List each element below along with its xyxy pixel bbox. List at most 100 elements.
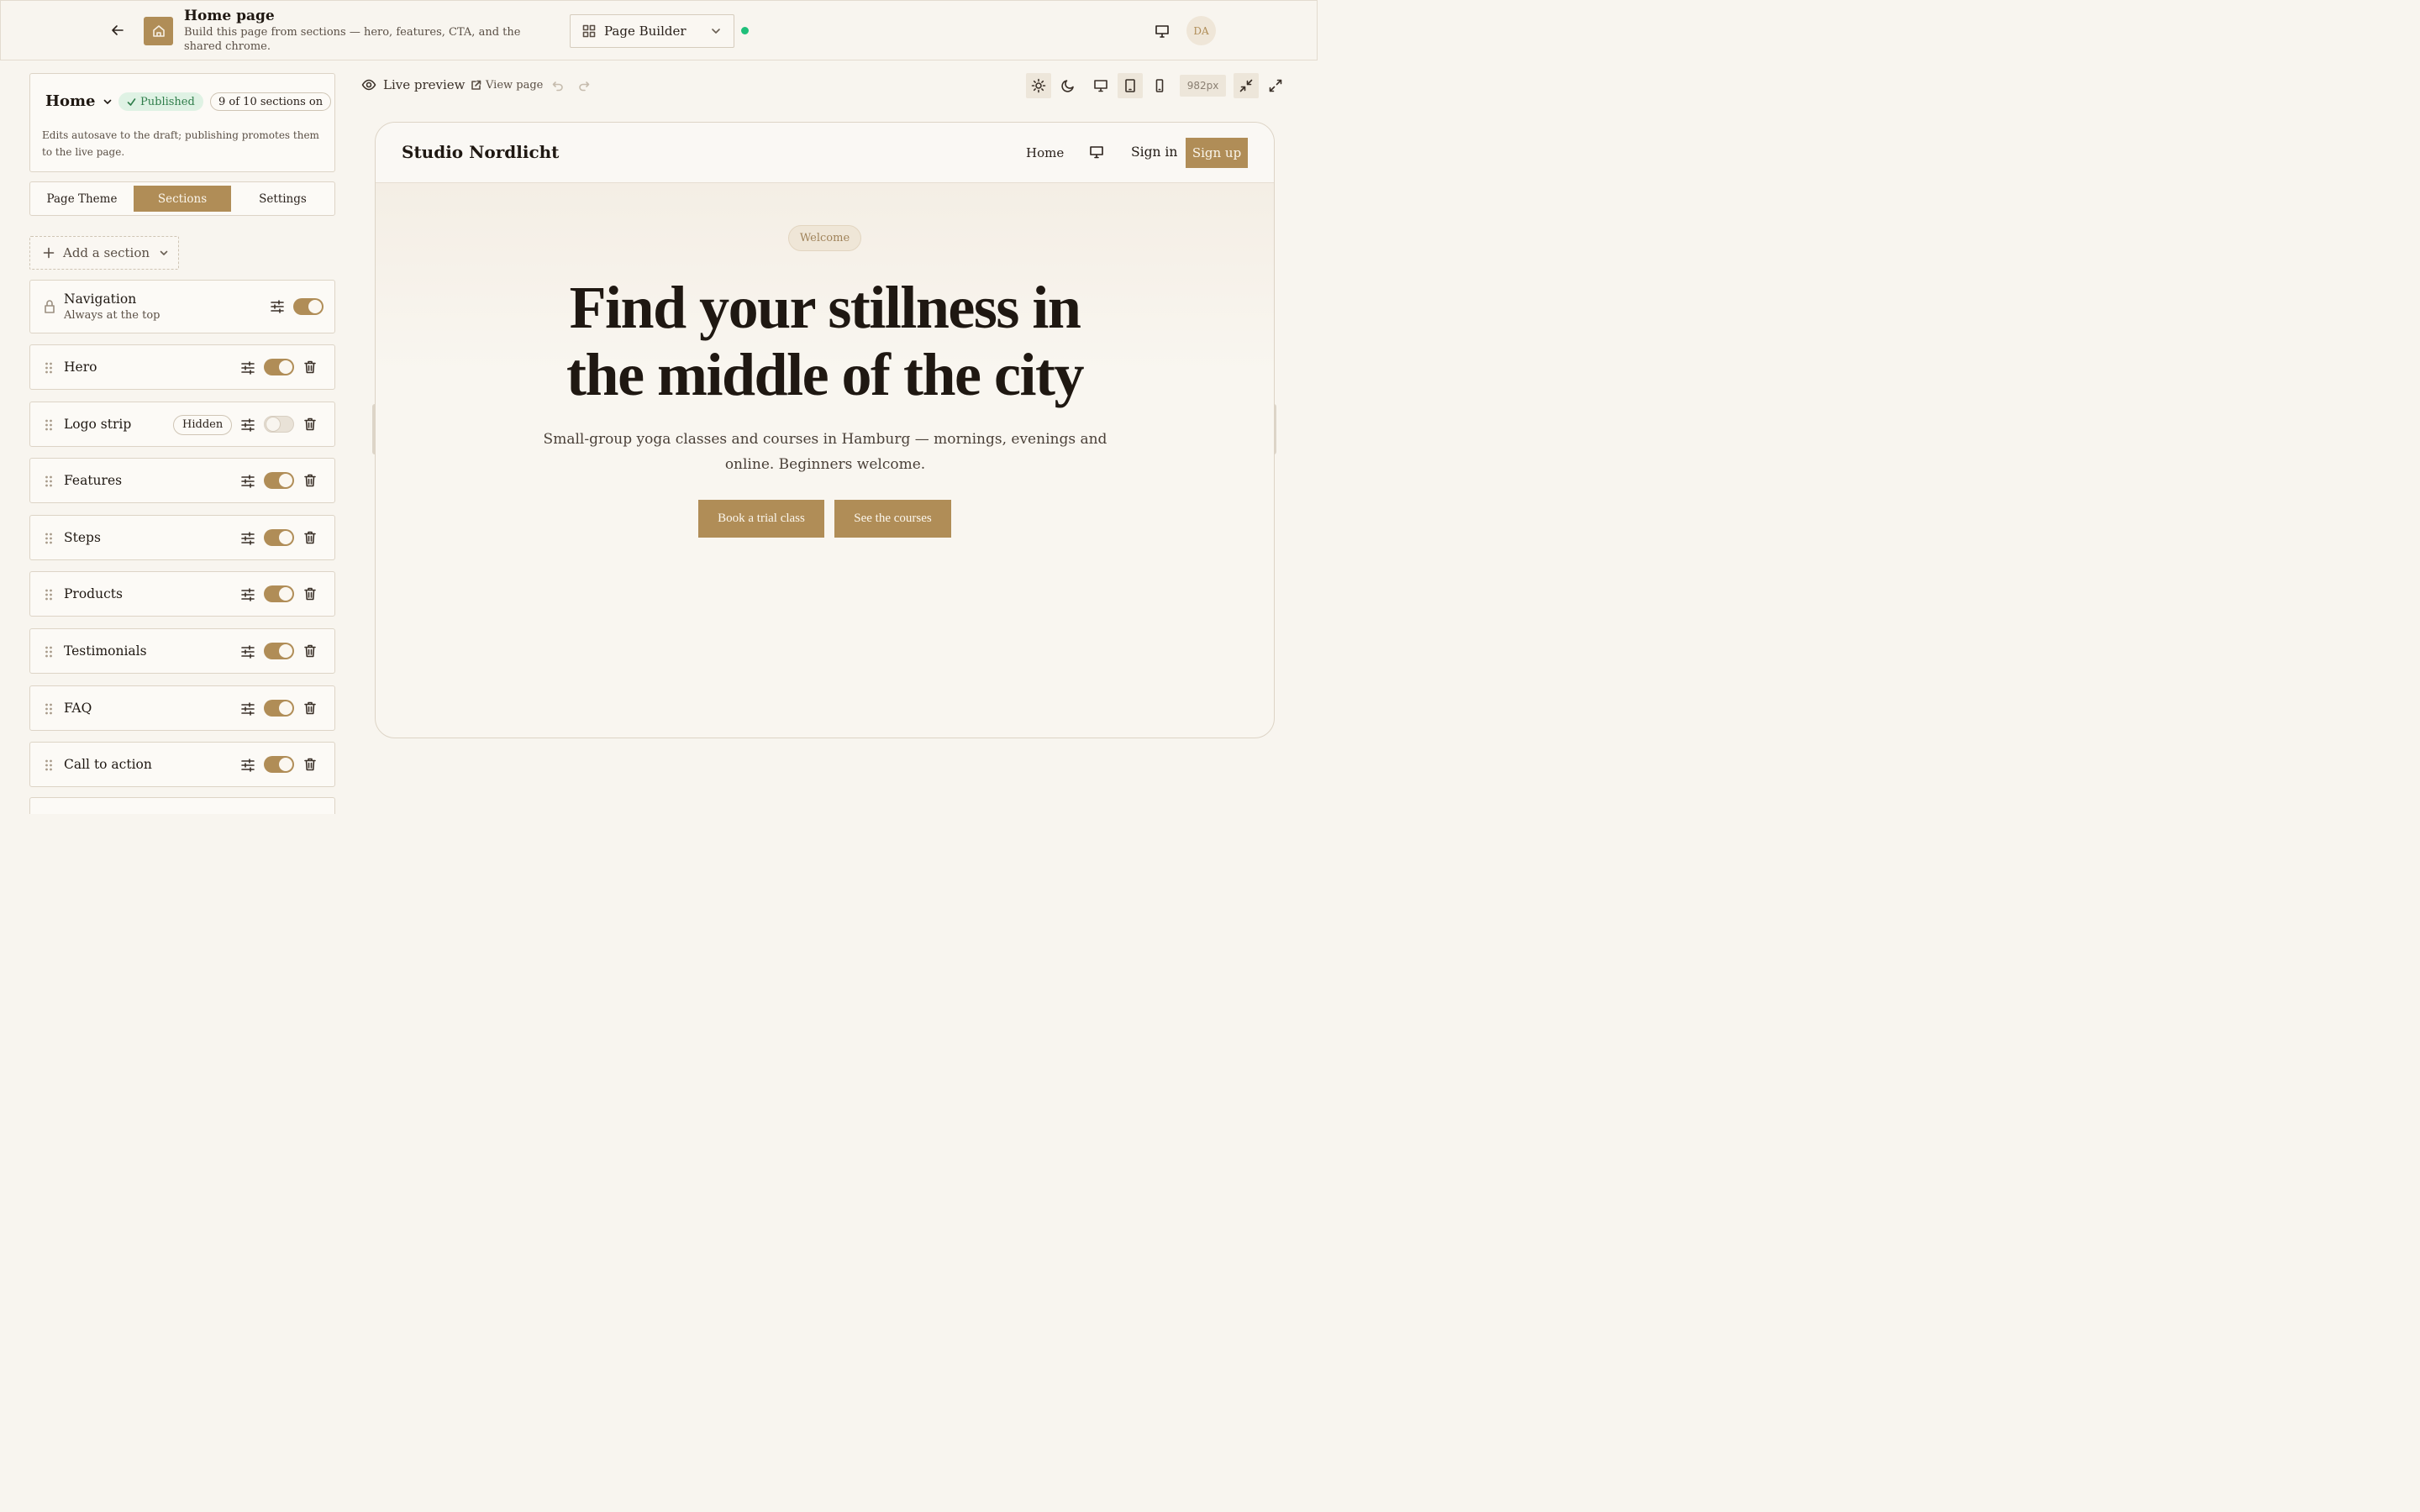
- preview-frame: Studio Nordlicht Home Sign in Sign up We…: [375, 122, 1275, 738]
- section-toggle[interactable]: [264, 472, 294, 490]
- trash-icon[interactable]: [302, 473, 318, 488]
- sliders-icon[interactable]: [240, 417, 255, 433]
- avatar[interactable]: DA: [1186, 16, 1216, 45]
- section-row-partial: [29, 797, 335, 814]
- moon-icon: [1061, 80, 1074, 92]
- minimize-icon: [1239, 79, 1253, 92]
- view-page-link[interactable]: View page: [471, 79, 543, 92]
- undo-icon[interactable]: [552, 80, 564, 92]
- section-row[interactable]: Call to action: [29, 742, 335, 788]
- site-sign-up-button[interactable]: Sign up: [1186, 138, 1248, 168]
- monitor-icon[interactable]: [1154, 23, 1171, 39]
- sliders-icon[interactable]: [240, 474, 255, 489]
- page-name-dropdown[interactable]: Home: [45, 92, 113, 110]
- back-arrow-icon[interactable]: [108, 21, 127, 39]
- section-label: Testimonials: [64, 643, 147, 659]
- trash-icon[interactable]: [302, 701, 318, 716]
- trash-icon[interactable]: [302, 643, 318, 659]
- see-courses-button[interactable]: See the courses: [834, 500, 951, 538]
- section-toggle[interactable]: [264, 528, 294, 546]
- view-page-text: View page: [486, 79, 544, 92]
- trash-icon[interactable]: [302, 417, 318, 432]
- add-section-label: Add a section: [63, 245, 150, 260]
- tablet-view-button[interactable]: [1118, 73, 1143, 98]
- section-row[interactable]: Testimonials: [29, 628, 335, 674]
- hero-title-line: the middle of the city: [566, 341, 1084, 408]
- sliders-icon[interactable]: [240, 701, 255, 717]
- section-toggle[interactable]: [264, 756, 294, 774]
- section-toggle[interactable]: [264, 359, 294, 375]
- monitor-icon[interactable]: [1089, 144, 1104, 160]
- section-toggle[interactable]: [264, 643, 294, 659]
- grid-icon: [582, 24, 596, 38]
- section-row[interactable]: Features: [29, 458, 335, 504]
- hero-title: Find your stillness in the middle of the…: [376, 274, 1274, 408]
- section-row[interactable]: Steps: [29, 514, 335, 560]
- hero-subtitle: Small-group yoga classes and courses in …: [543, 431, 1107, 473]
- published-label: Published: [140, 95, 195, 108]
- top-bar: Home page Build this page from sections …: [0, 0, 1318, 60]
- section-label: Logo strip: [64, 416, 132, 432]
- drag-handle-icon[interactable]: [45, 645, 53, 659]
- site-navigation: Studio Nordlicht Home Sign in Sign up: [376, 123, 1274, 183]
- maximize-icon: [1269, 79, 1282, 92]
- section-toggle[interactable]: [264, 415, 294, 433]
- tab-sections[interactable]: Sections: [134, 186, 231, 212]
- home-icon: [144, 17, 173, 45]
- drag-handle-icon[interactable]: [45, 532, 53, 545]
- section-row[interactable]: Hero: [29, 344, 335, 390]
- trash-icon[interactable]: [302, 586, 318, 601]
- section-row[interactable]: Logo strip Hidden: [29, 401, 335, 447]
- sliders-icon[interactable]: [240, 531, 255, 546]
- section-toggle[interactable]: [264, 699, 294, 717]
- redo-icon[interactable]: [578, 80, 590, 92]
- drag-handle-icon[interactable]: [45, 475, 53, 488]
- sections-count-badge: 9 of 10 sections on: [210, 92, 332, 111]
- check-icon: [127, 97, 136, 106]
- drag-handle-icon[interactable]: [45, 588, 53, 601]
- tab-page-theme[interactable]: Page Theme: [34, 186, 130, 212]
- sliders-icon[interactable]: [270, 299, 285, 314]
- phone-icon: [1155, 79, 1164, 92]
- collapse-button[interactable]: [1234, 73, 1259, 98]
- page-info-card: Home Published 9 of 10 sections on Edits…: [29, 73, 335, 172]
- sliders-icon[interactable]: [240, 360, 255, 375]
- drag-handle-icon[interactable]: [45, 702, 53, 716]
- hidden-badge: Hidden: [173, 414, 233, 435]
- light-mode-button[interactable]: [1026, 73, 1051, 98]
- status-dot: [741, 27, 749, 34]
- chevron-down-icon: [103, 99, 111, 104]
- tab-settings[interactable]: Settings: [234, 186, 331, 212]
- section-toggle[interactable]: [264, 585, 294, 603]
- sliders-icon[interactable]: [240, 587, 255, 602]
- sliders-icon[interactable]: [240, 758, 255, 773]
- page-builder-select[interactable]: Page Builder: [570, 14, 734, 48]
- mobile-view-button[interactable]: [1147, 73, 1172, 98]
- sliders-icon[interactable]: [240, 644, 255, 659]
- section-row[interactable]: Products: [29, 571, 335, 617]
- chevron-down-icon: [710, 25, 722, 37]
- lock-icon: [43, 299, 56, 314]
- page-name: Home: [45, 92, 96, 110]
- add-section-button[interactable]: Add a section: [29, 236, 179, 270]
- site-brand[interactable]: Studio Nordlicht: [402, 142, 559, 162]
- site-sign-in[interactable]: Sign in: [1131, 144, 1177, 160]
- site-nav-home[interactable]: Home: [1026, 145, 1064, 160]
- expand-button[interactable]: [1263, 73, 1288, 98]
- drag-handle-icon[interactable]: [45, 361, 53, 375]
- trash-icon[interactable]: [302, 530, 318, 545]
- dark-mode-button[interactable]: [1055, 73, 1081, 98]
- section-row-navigation[interactable]: Navigation Always at the top: [29, 280, 335, 333]
- live-preview-label: Live preview: [361, 77, 466, 92]
- section-row[interactable]: FAQ: [29, 685, 335, 731]
- drag-handle-icon[interactable]: [45, 418, 53, 432]
- drag-handle-icon[interactable]: [45, 759, 53, 772]
- navigation-toggle[interactable]: [293, 298, 324, 315]
- tablet-icon: [1125, 79, 1135, 92]
- trash-icon[interactable]: [302, 757, 318, 772]
- preview-width-readout: 982px: [1180, 75, 1226, 97]
- trash-icon[interactable]: [302, 360, 318, 375]
- desktop-view-button[interactable]: [1088, 73, 1113, 98]
- section-label: Navigation: [64, 291, 137, 307]
- book-trial-button[interactable]: Book a trial class: [698, 500, 824, 538]
